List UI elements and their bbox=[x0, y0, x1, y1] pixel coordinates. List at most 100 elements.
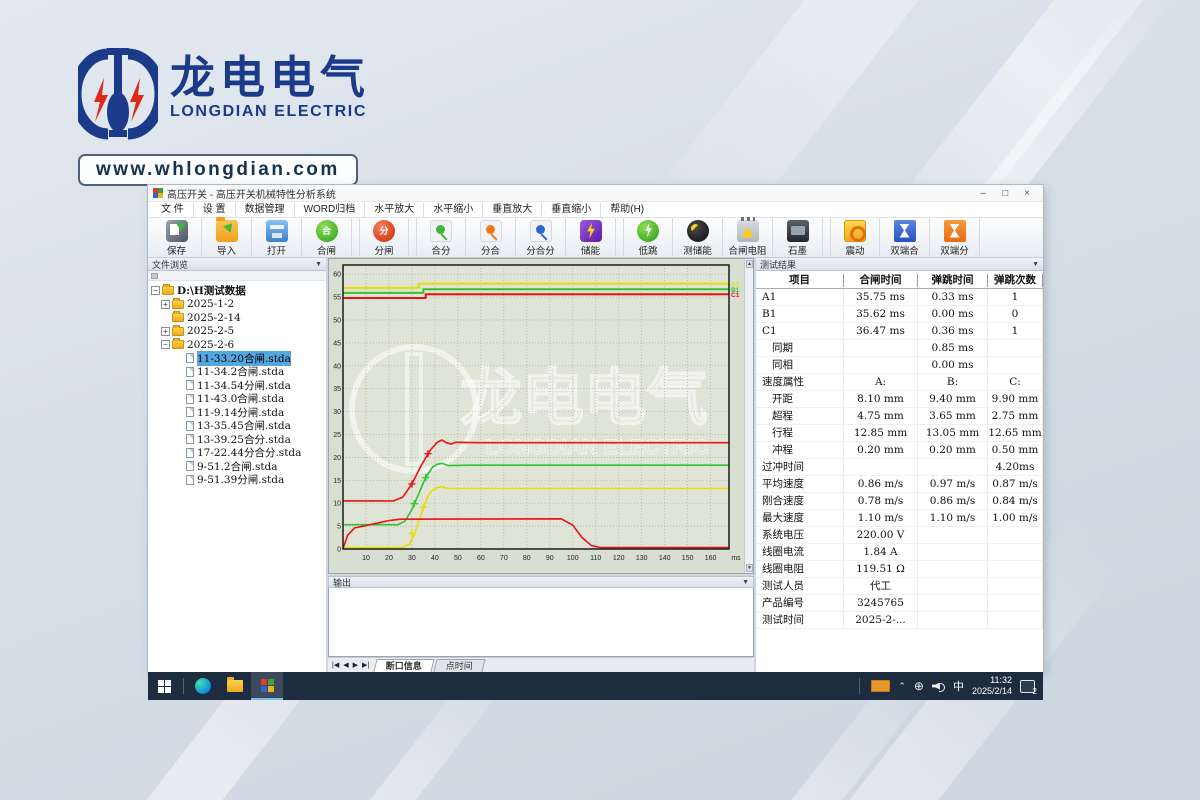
toolbar-button[interactable]: 双端合 bbox=[880, 218, 930, 257]
tree-item[interactable]: 13-35.45合闸.stda bbox=[151, 419, 326, 433]
toolbar-button[interactable]: 储能 bbox=[566, 218, 616, 257]
tree-item[interactable]: 11-34.54分闸.stda bbox=[151, 379, 326, 393]
toolbar-button[interactable]: 分合分 bbox=[516, 218, 566, 257]
output-title: 输出 bbox=[333, 576, 351, 589]
expand-icon[interactable]: + bbox=[161, 327, 170, 336]
file-explorer-button[interactable] bbox=[219, 672, 251, 700]
menu-item[interactable]: 水平放大 bbox=[365, 203, 424, 217]
file-browser-header: 文件浏览 ▼ bbox=[148, 258, 326, 271]
tab-nav-arrow[interactable]: ◀ bbox=[343, 661, 348, 669]
collapse-icon[interactable]: − bbox=[161, 340, 170, 349]
file-icon bbox=[186, 394, 194, 404]
menu-item[interactable]: 帮助(H) bbox=[601, 203, 653, 217]
results-column-header: 合闸时间 bbox=[844, 274, 918, 287]
tree-item[interactable]: 13-39.25合分.stda bbox=[151, 433, 326, 447]
network-icon[interactable]: ⊕ bbox=[914, 679, 924, 693]
tree-item[interactable]: 11-34.2合闸.stda bbox=[151, 365, 326, 379]
tab-nav-arrow[interactable]: ▶| bbox=[362, 661, 369, 669]
refresh-icon[interactable] bbox=[151, 273, 158, 279]
expand-icon[interactable]: + bbox=[161, 300, 170, 309]
toolbar-button[interactable]: 分合 bbox=[466, 218, 516, 257]
tree-item[interactable]: 2025-2-14 bbox=[151, 311, 326, 325]
results-cell: 0.87 m/s bbox=[988, 476, 1043, 492]
collapse-icon[interactable]: − bbox=[151, 286, 160, 295]
menu-item[interactable]: 文 件 bbox=[152, 203, 194, 217]
svg-text:ms: ms bbox=[731, 555, 741, 562]
clock[interactable]: 11:32 2025/2/14 bbox=[972, 675, 1012, 697]
start-button[interactable] bbox=[148, 672, 180, 700]
toolbar-button-label: 合闸 bbox=[317, 243, 336, 257]
results-row: 行程12.85 mm13.05 mm12.65 mm bbox=[756, 425, 1043, 442]
results-cell: 0.33 ms bbox=[918, 289, 988, 305]
scroll-down-icon[interactable]: ▼ bbox=[746, 564, 753, 572]
results-row-label: A1 bbox=[756, 289, 844, 305]
chevron-down-icon[interactable]: ▼ bbox=[315, 261, 322, 268]
toolbar-button[interactable]: 保存 bbox=[152, 218, 202, 257]
menu-item[interactable]: 设 置 bbox=[194, 203, 236, 217]
toolbar-button[interactable]: 石墨 bbox=[773, 218, 823, 257]
tab-nav-arrow[interactable]: ▶ bbox=[353, 661, 358, 669]
tree-item[interactable]: 11-9.14分闸.stda bbox=[151, 406, 326, 420]
active-app-button[interactable] bbox=[251, 672, 283, 700]
tab-label: 点时间 bbox=[446, 660, 473, 673]
svg-text:50: 50 bbox=[454, 555, 462, 562]
chevron-down-icon[interactable]: ▼ bbox=[742, 579, 749, 586]
menu-item[interactable]: 垂直缩小 bbox=[542, 203, 601, 217]
results-cell: 0.86 m/s bbox=[844, 476, 918, 492]
minimize-button[interactable]: – bbox=[981, 188, 987, 199]
chevron-down-icon[interactable]: ▼ bbox=[1032, 261, 1039, 268]
menu-item[interactable]: 垂直放大 bbox=[483, 203, 542, 217]
toolbar-button[interactable]: 测储能 bbox=[673, 218, 723, 257]
file-icon bbox=[186, 353, 194, 363]
tab-inactive[interactable]: 点时间 bbox=[434, 659, 486, 672]
menu-bar: 文 件设 置数据管理WORD归档水平放大水平缩小垂直放大垂直缩小帮助(H) bbox=[148, 202, 1043, 218]
results-cell: 代工 bbox=[844, 578, 918, 594]
results-row: 最大速度1.10 m/s1.10 m/s1.00 m/s bbox=[756, 510, 1043, 527]
toolbar-button-label: 分闸 bbox=[374, 243, 393, 257]
tree-item[interactable]: 17-22.44分合分.stda bbox=[151, 446, 326, 460]
toolbar-button[interactable]: 双端分 bbox=[930, 218, 980, 257]
tab-nav-arrow[interactable]: |◀ bbox=[332, 661, 339, 669]
toolbar-button[interactable]: 打开 bbox=[252, 218, 302, 257]
toolbar-button[interactable]: 低跳 bbox=[623, 218, 673, 257]
volume-icon[interactable] bbox=[932, 681, 945, 692]
tray-app-icon[interactable] bbox=[871, 680, 890, 692]
svg-text:30: 30 bbox=[408, 555, 416, 562]
file-browser-title: 文件浏览 bbox=[152, 258, 188, 271]
menu-item[interactable]: 数据管理 bbox=[236, 203, 295, 217]
chart-scrollbar[interactable]: ▲ ▼ bbox=[744, 259, 753, 573]
edge-browser-button[interactable] bbox=[187, 672, 219, 700]
tree-item[interactable]: −D:\H测试数据 bbox=[151, 284, 326, 298]
tree-item-label: 2025-2-14 bbox=[187, 312, 241, 324]
tree-item[interactable]: 9-51.39分闸.stda bbox=[151, 473, 326, 487]
svg-text:10: 10 bbox=[333, 501, 341, 508]
tree-item[interactable]: 11-33.20合闸.stda bbox=[151, 352, 326, 366]
scroll-up-icon[interactable]: ▲ bbox=[746, 260, 753, 268]
waveform-chart[interactable]: 龙电电气LONGDIAN ELECTRIC0510152025303540455… bbox=[328, 258, 754, 574]
results-cell: 1.10 m/s bbox=[844, 510, 918, 526]
menu-item[interactable]: 水平缩小 bbox=[424, 203, 483, 217]
file-icon bbox=[186, 448, 194, 458]
toolbar-button[interactable]: 震动 bbox=[830, 218, 880, 257]
close-button[interactable]: × bbox=[1024, 188, 1030, 199]
tray-expand-icon[interactable]: ⌃ bbox=[898, 681, 906, 692]
notification-icon[interactable]: 2 bbox=[1020, 680, 1035, 693]
toolbar-button[interactable]: 合闸电阻 bbox=[723, 218, 773, 257]
tree-item[interactable]: 9-51.2合闸.stda bbox=[151, 460, 326, 474]
tree-item[interactable]: 11-43.0合闸.stda bbox=[151, 392, 326, 406]
maximize-button[interactable]: □ bbox=[1002, 188, 1008, 199]
tree-item[interactable]: −2025-2-6 bbox=[151, 338, 326, 352]
results-row-label: 线圈电阻 bbox=[756, 561, 844, 577]
toolbar-button[interactable]: 导入 bbox=[202, 218, 252, 257]
toolbar-button[interactable]: 合分 bbox=[416, 218, 466, 257]
results-cell bbox=[844, 459, 918, 475]
toolbar-button[interactable]: 合合闸 bbox=[302, 218, 352, 257]
toolbar-button[interactable]: 分分闸 bbox=[359, 218, 409, 257]
tab-active[interactable]: 断口信息 bbox=[374, 659, 435, 672]
results-cell: 0.00 ms bbox=[918, 357, 988, 373]
ime-indicator[interactable]: 中 bbox=[953, 678, 964, 694]
tree-item[interactable]: +2025-1-2 bbox=[151, 298, 326, 312]
results-row: 冲程0.20 mm0.20 mm0.50 mm bbox=[756, 442, 1043, 459]
menu-item[interactable]: WORD归档 bbox=[295, 203, 366, 217]
tree-item[interactable]: +2025-2-5 bbox=[151, 325, 326, 339]
